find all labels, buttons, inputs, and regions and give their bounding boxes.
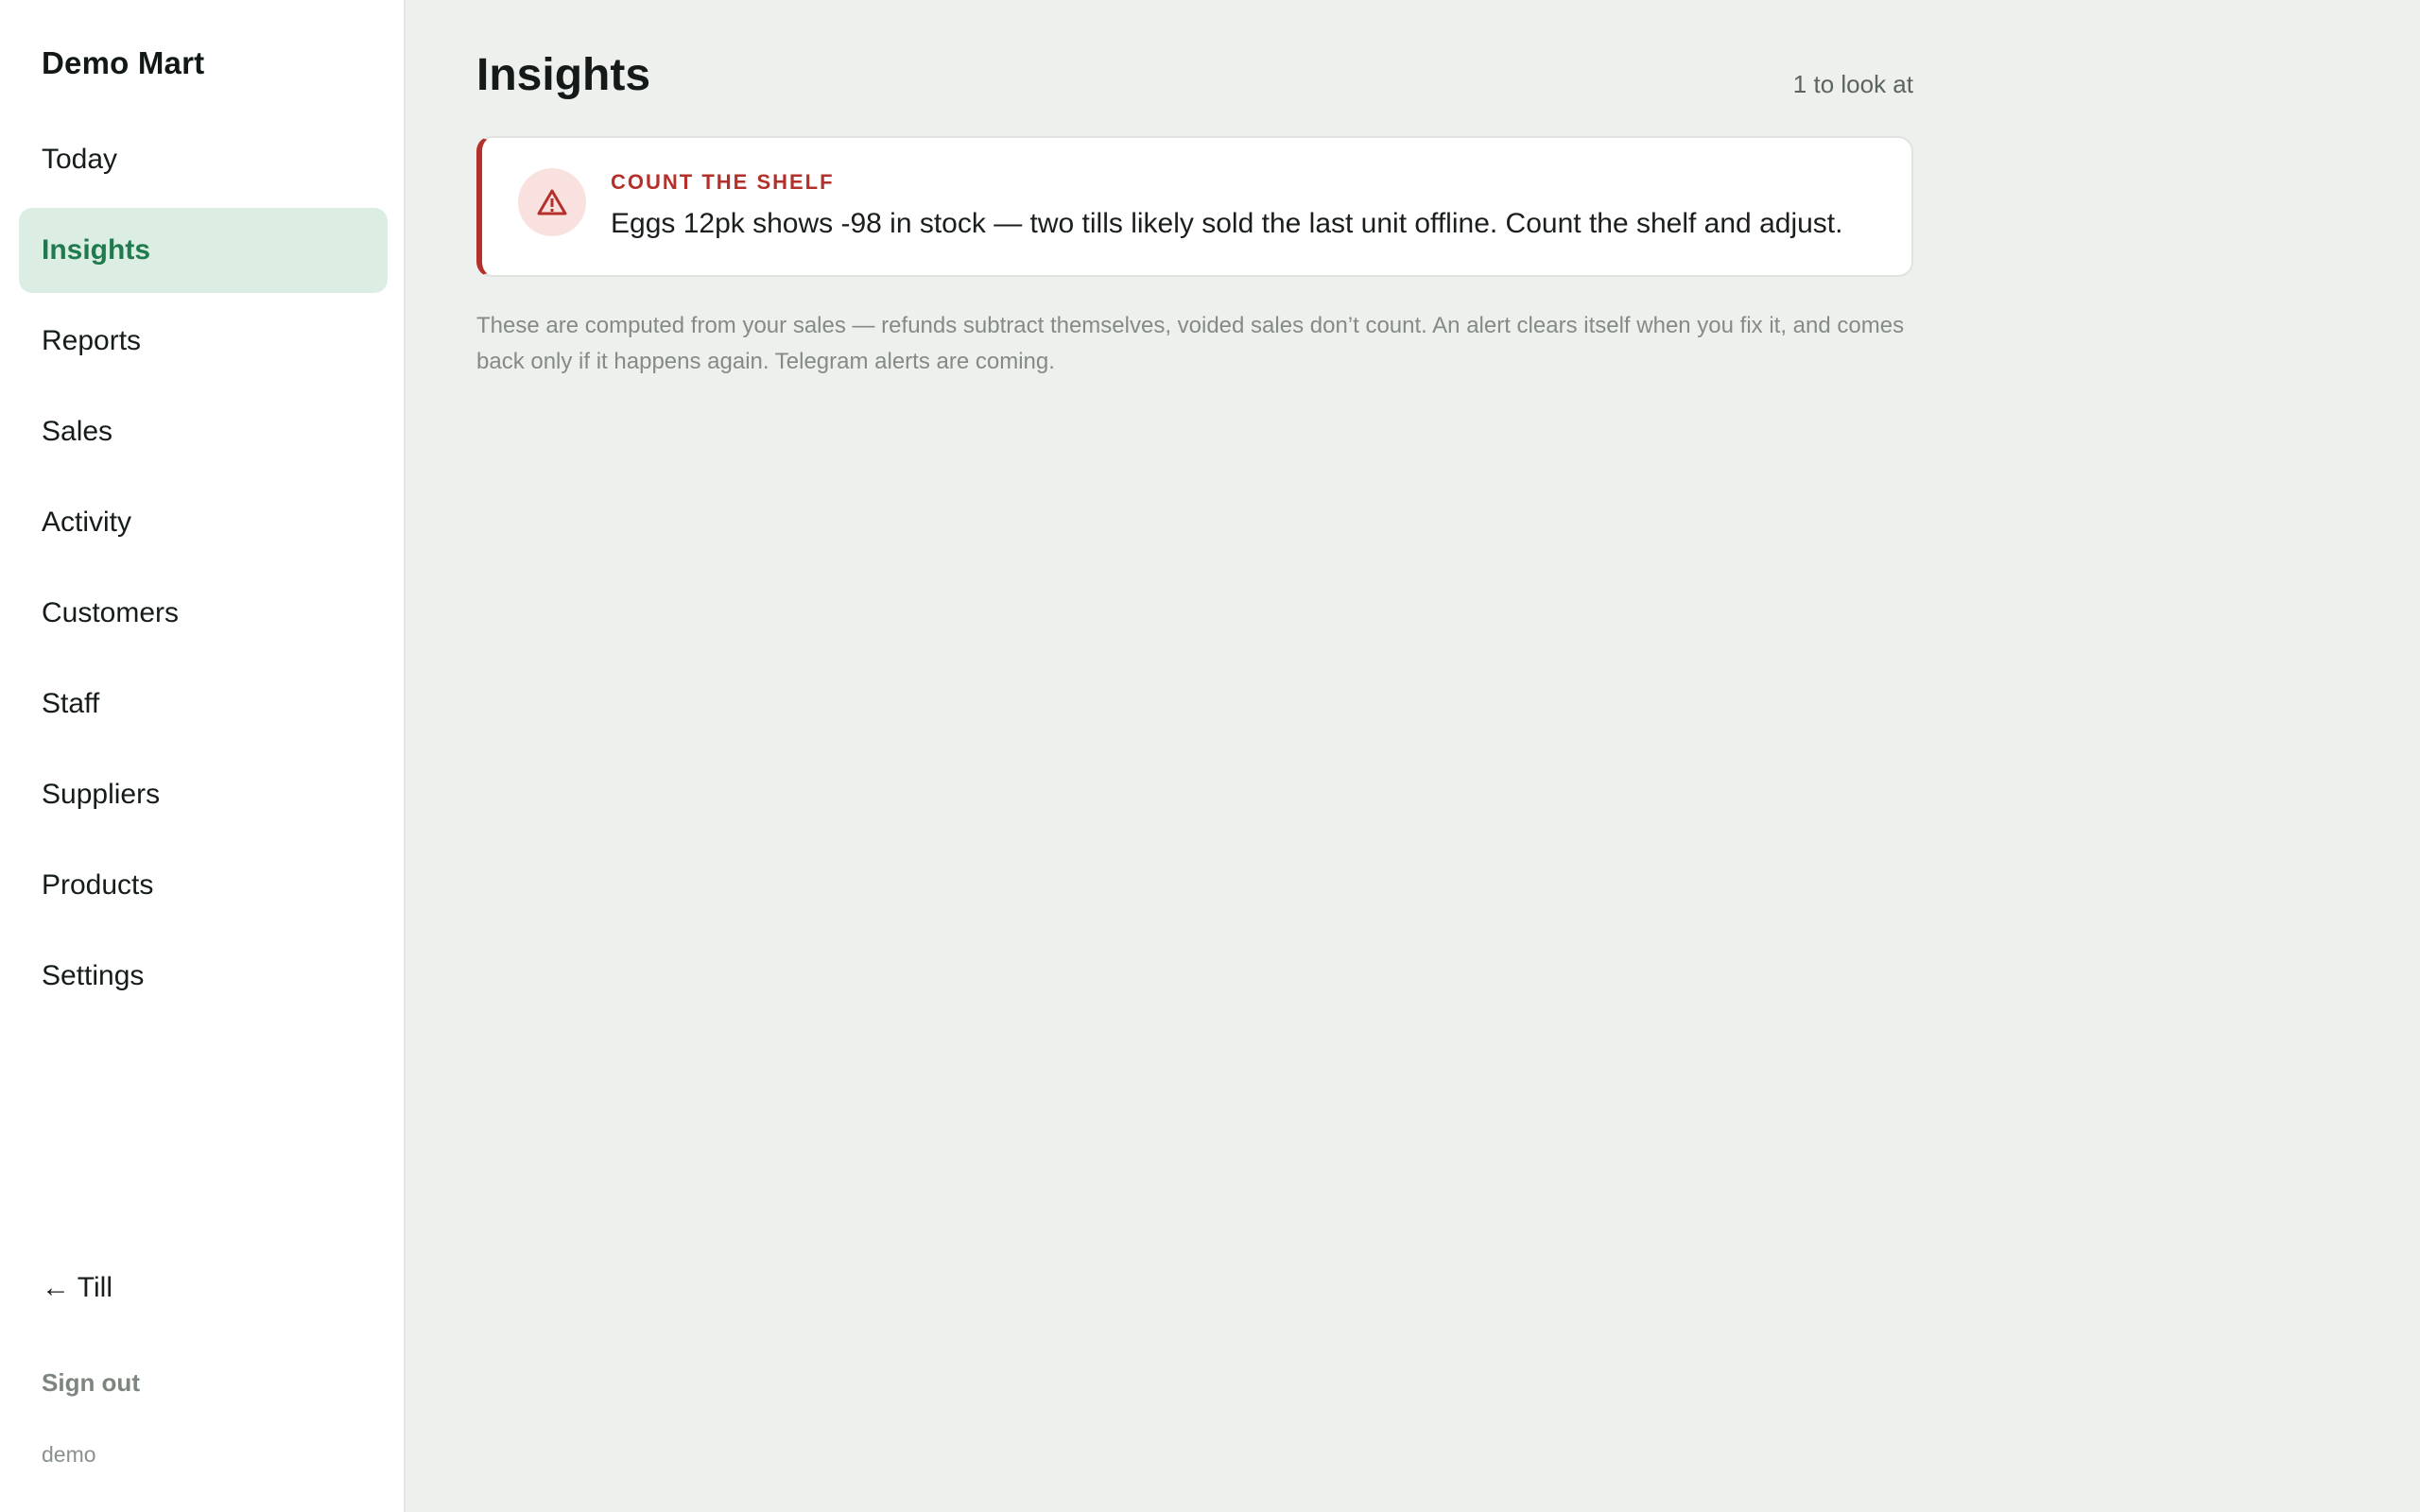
sidebar-item-customers[interactable]: Customers [19, 571, 388, 656]
sidebar-item-insights[interactable]: Insights [19, 208, 388, 293]
sidebar-item-staff[interactable]: Staff [19, 662, 388, 747]
page-title: Insights [476, 50, 651, 100]
warning-triangle-icon [518, 168, 586, 236]
current-user: demo [42, 1442, 96, 1467]
sign-out-button[interactable]: Sign out [42, 1368, 140, 1398]
alert-message: Eggs 12pk shows -98 in stock — two tills… [611, 208, 1843, 239]
sidebar-item-today[interactable]: Today [19, 117, 388, 202]
sidebar-item-suppliers[interactable]: Suppliers [19, 752, 388, 837]
brand-name: Demo Mart [42, 45, 205, 80]
back-to-till-link[interactable]: ← Till [42, 1272, 112, 1304]
sidebar-item-reports[interactable]: Reports [19, 299, 388, 384]
sidebar-nav: Today Insights Reports Sales Activity Cu… [19, 117, 388, 1024]
sidebar-item-settings[interactable]: Settings [19, 934, 388, 1019]
sidebar: Demo Mart Today Insights Reports Sales A… [0, 0, 406, 1512]
alert-label: COUNT THE SHELF [611, 170, 835, 194]
sidebar-item-sales[interactable]: Sales [19, 389, 388, 474]
alert-card[interactable]: COUNT THE SHELF Eggs 12pk shows -98 in s… [476, 136, 1913, 277]
sidebar-item-products[interactable]: Products [19, 843, 388, 928]
insight-count: 1 to look at [1792, 70, 1913, 98]
sidebar-item-activity[interactable]: Activity [19, 480, 388, 565]
insights-footnote: These are computed from your sales — ref… [476, 313, 1905, 374]
